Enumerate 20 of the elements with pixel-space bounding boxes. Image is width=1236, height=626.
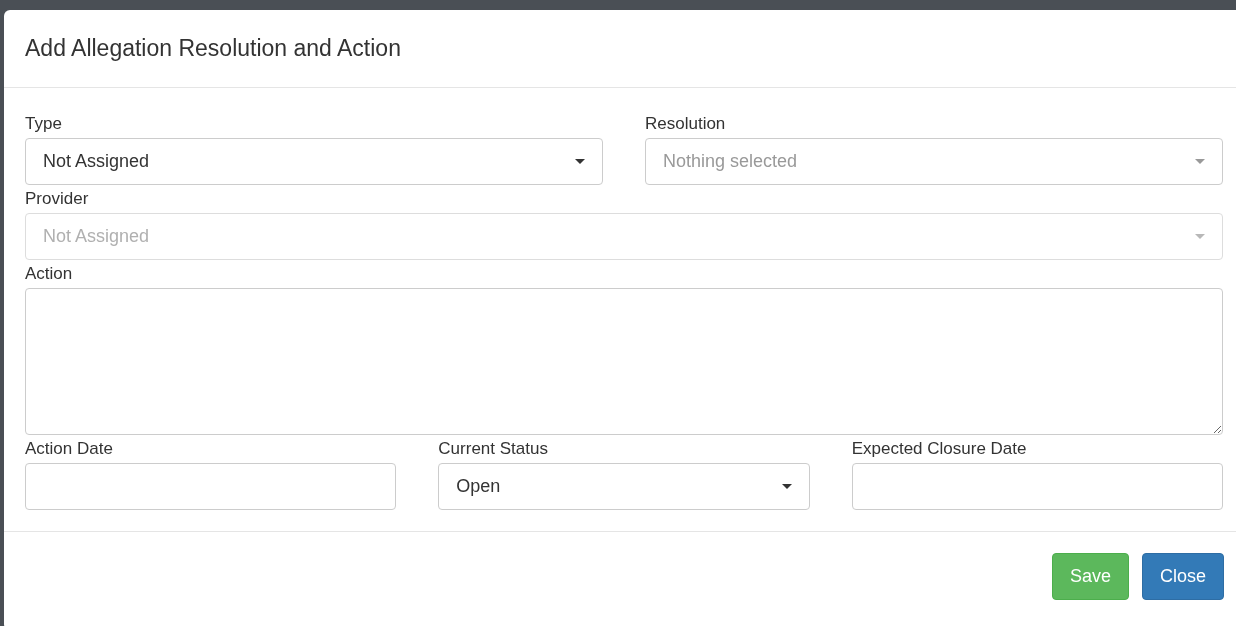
select-field[interactable]: Not Assigned — [25, 138, 603, 185]
field-label: Provider — [25, 189, 89, 209]
text-area[interactable] — [25, 288, 1223, 435]
field-label: Action Date — [25, 439, 113, 459]
input-field[interactable] — [851, 463, 1223, 510]
field-label: Type — [25, 114, 62, 134]
select-field[interactable]: Open — [438, 463, 810, 510]
caret-icon — [781, 484, 792, 489]
dialog-title: Add Allegation Resolution and Action — [25, 35, 401, 62]
field-label: Current Status — [438, 439, 548, 459]
field-label: Resolution — [645, 114, 726, 134]
field-label: Expected Closure Date — [851, 439, 1027, 459]
caret-icon — [1195, 159, 1205, 164]
field-label: Action — [25, 264, 73, 284]
input-field[interactable] — [25, 463, 397, 510]
save-button[interactable]: Save — [1051, 553, 1129, 600]
close-button[interactable]: Close — [1141, 553, 1224, 600]
caret-icon — [575, 159, 585, 164]
caret-icon — [1195, 234, 1205, 239]
select-field[interactable]: Nothing selected — [645, 138, 1223, 185]
